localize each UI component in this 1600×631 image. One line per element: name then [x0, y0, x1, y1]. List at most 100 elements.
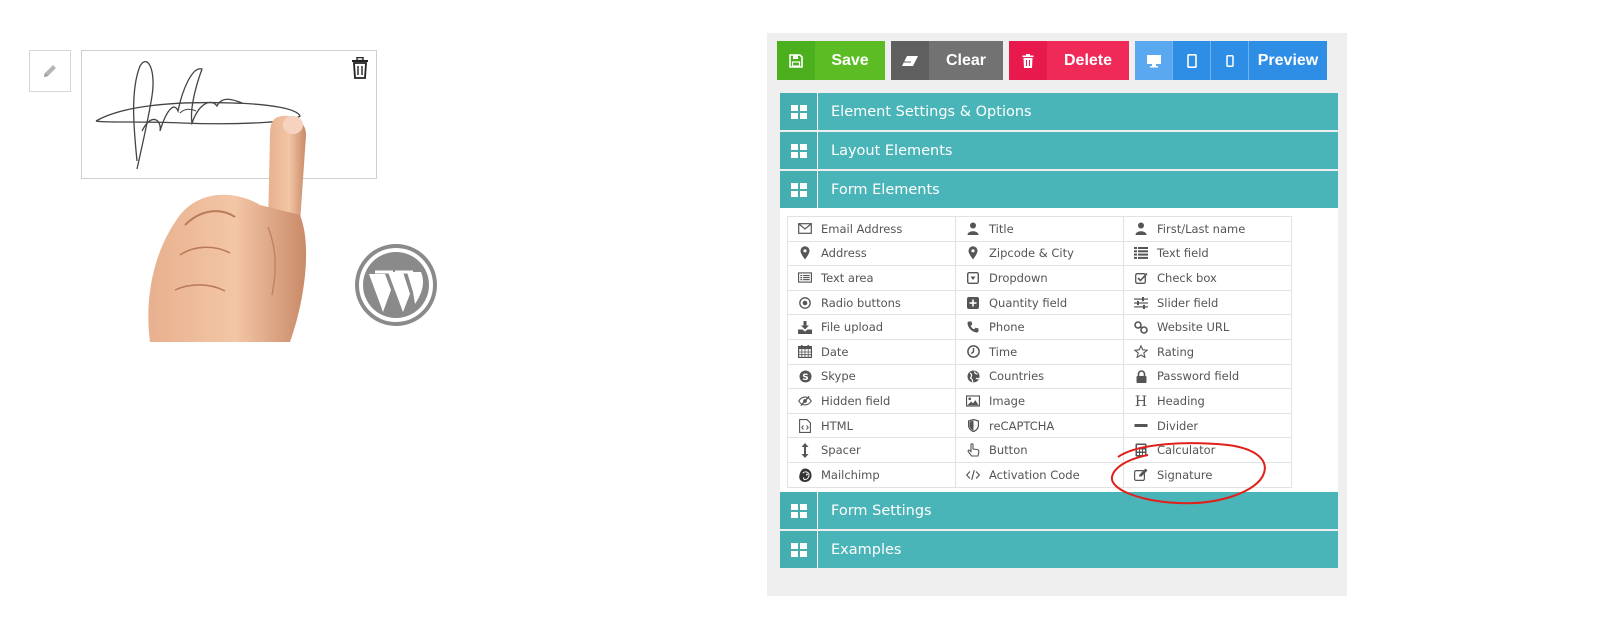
- sliders-icon: [1134, 296, 1148, 310]
- download-icon: [798, 320, 812, 334]
- form-element-date[interactable]: Date: [788, 339, 956, 365]
- preview-button[interactable]: Preview: [1249, 41, 1327, 80]
- check-square-icon: [1134, 271, 1148, 285]
- accordion-element-settings[interactable]: Element Settings & Options: [780, 93, 1338, 130]
- form-element-radio-buttons[interactable]: Radio buttons: [788, 290, 956, 316]
- clock-icon: [966, 345, 980, 359]
- desktop-icon[interactable]: [1135, 41, 1173, 80]
- form-element-label: Time: [989, 344, 1018, 359]
- form-element-hidden-field[interactable]: Hidden field: [788, 389, 956, 414]
- save-button[interactable]: Save: [815, 41, 885, 80]
- red-circle-annotation: [1110, 442, 1266, 505]
- edit-pencil-button[interactable]: [29, 50, 71, 92]
- eraser-icon[interactable]: [891, 41, 929, 80]
- form-builder-panel: Save Clear Delete Preview Element Settin…: [767, 33, 1347, 596]
- form-element-label: Check box: [1157, 270, 1217, 285]
- form-element-label: Address: [821, 246, 867, 261]
- form-element-divider[interactable]: Divider: [1124, 413, 1292, 439]
- form-element-label: Quantity field: [989, 295, 1068, 310]
- skype-icon: S: [798, 369, 812, 383]
- form-element-rating[interactable]: Rating: [1124, 339, 1292, 365]
- accordion-label: Form Elements: [831, 181, 940, 198]
- star-icon: [1134, 345, 1148, 359]
- minus-icon: [1134, 419, 1148, 433]
- map-marker-icon: [798, 246, 812, 260]
- mobile-icon[interactable]: [1211, 41, 1249, 80]
- envelope-icon: [798, 222, 812, 236]
- form-element-dropdown[interactable]: Dropdown: [956, 266, 1124, 291]
- heading-icon: H: [1134, 394, 1148, 408]
- form-element-label: Email Address: [821, 221, 903, 236]
- form-element-label: Divider: [1157, 418, 1199, 433]
- mailchimp-icon: [798, 468, 812, 482]
- shield-icon: [966, 419, 980, 433]
- eye-slash-icon: [798, 394, 812, 408]
- grid-icon: [780, 492, 818, 529]
- tablet-icon[interactable]: [1173, 41, 1211, 80]
- accordion-form-elements[interactable]: Form Elements: [780, 171, 1338, 208]
- user-icon: [966, 222, 980, 236]
- hand-pointer-icon: [966, 443, 980, 457]
- form-element-phone[interactable]: Phone: [956, 315, 1124, 340]
- form-element-text-area[interactable]: Text area: [788, 266, 956, 291]
- form-element-address[interactable]: Address: [788, 241, 956, 267]
- form-element-label: Phone: [989, 320, 1025, 335]
- grid-icon: [780, 531, 818, 568]
- floppy-disk-icon[interactable]: [777, 41, 815, 80]
- list-icon: [1134, 246, 1148, 260]
- form-element-spacer[interactable]: Spacer: [788, 438, 956, 463]
- form-element-button[interactable]: Button: [956, 438, 1124, 463]
- form-element-label: Image: [989, 393, 1026, 408]
- svg-text:S: S: [802, 373, 808, 383]
- form-element-text-field[interactable]: Text field: [1124, 241, 1292, 267]
- builder-toolbar: Save Clear Delete Preview: [777, 41, 1333, 80]
- plus-square-icon: [966, 296, 980, 310]
- code-file-icon: [798, 418, 812, 433]
- accordion-label: Element Settings & Options: [831, 103, 1032, 120]
- form-element-label: Skype: [821, 369, 856, 384]
- accordion-layout-elements[interactable]: Layout Elements: [780, 132, 1338, 169]
- form-element-check-box[interactable]: Check box: [1124, 266, 1292, 291]
- form-element-label: Password field: [1157, 369, 1240, 384]
- globe-icon: [966, 369, 980, 383]
- form-element-time[interactable]: Time: [956, 339, 1124, 365]
- form-element-title[interactable]: Title: [956, 217, 1124, 242]
- calendar-icon: [798, 345, 812, 359]
- form-element-label: Slider field: [1157, 295, 1219, 310]
- form-element-label: HTML: [821, 418, 854, 433]
- form-element-password-field[interactable]: Password field: [1124, 364, 1292, 390]
- form-element-label: Mailchimp: [821, 467, 880, 482]
- form-element-html[interactable]: HTML: [788, 413, 956, 439]
- form-element-file-upload[interactable]: File upload: [788, 315, 956, 340]
- form-element-label: Button: [989, 443, 1028, 458]
- form-element-zipcode-city[interactable]: Zipcode & City: [956, 241, 1124, 267]
- clear-button[interactable]: Clear: [929, 41, 1003, 80]
- form-element-website-url[interactable]: Website URL: [1124, 315, 1292, 340]
- delete-button[interactable]: Delete: [1047, 41, 1129, 80]
- form-element-mailchimp[interactable]: Mailchimp: [788, 462, 956, 488]
- form-element-heading[interactable]: H Heading: [1124, 389, 1292, 414]
- link-icon: [1134, 320, 1148, 334]
- caret-square-icon: [966, 271, 980, 285]
- form-element-skype[interactable]: S Skype: [788, 364, 956, 390]
- form-element-email-address[interactable]: Email Address: [788, 217, 956, 242]
- svg-text:H: H: [1135, 394, 1147, 407]
- trash-icon[interactable]: [1009, 41, 1047, 80]
- trash-icon[interactable]: [350, 56, 370, 83]
- code-icon: [966, 468, 980, 482]
- hand-pointing-image: [148, 115, 307, 342]
- form-element-countries[interactable]: Countries: [956, 364, 1124, 390]
- form-element-label: Dropdown: [989, 270, 1048, 285]
- form-element-first-last-name[interactable]: First/Last name: [1124, 217, 1292, 242]
- form-element-quantity-field[interactable]: Quantity field: [956, 290, 1124, 316]
- form-element-label: Hidden field: [821, 393, 891, 408]
- form-element-image[interactable]: Image: [956, 389, 1124, 414]
- grid-icon: [780, 132, 818, 169]
- form-element-label: Rating: [1157, 344, 1195, 359]
- accordion-examples[interactable]: Examples: [780, 531, 1338, 568]
- form-element-activation-code[interactable]: Activation Code: [956, 462, 1124, 488]
- form-element-slider-field[interactable]: Slider field: [1124, 290, 1292, 316]
- form-element-label: Text field: [1157, 246, 1209, 261]
- form-element-label: File upload: [821, 320, 884, 335]
- form-element-recaptcha[interactable]: reCAPTCHA: [956, 413, 1124, 439]
